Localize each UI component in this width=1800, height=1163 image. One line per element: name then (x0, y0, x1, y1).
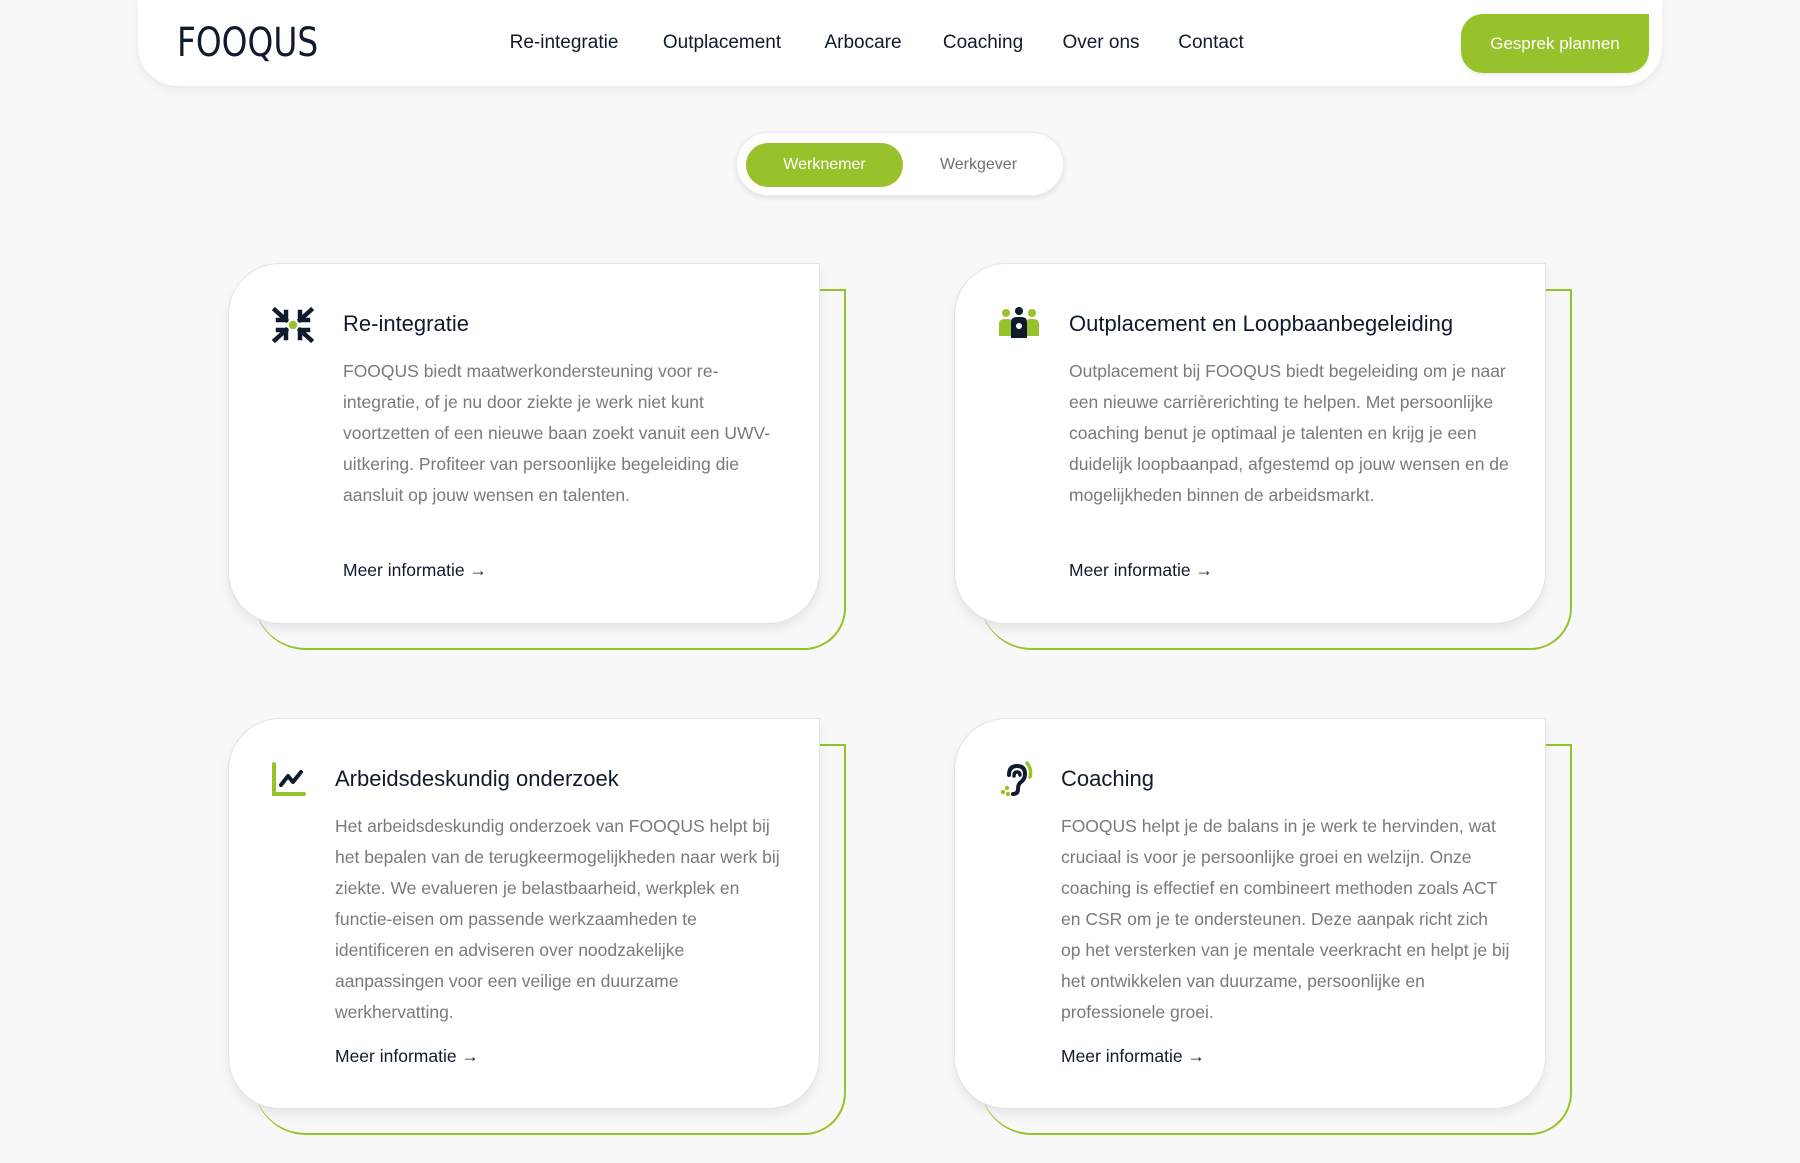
nav-item-coaching[interactable]: Coaching (943, 30, 1023, 56)
card-body: Outplacement bij FOOQUS biedt begeleidin… (1069, 361, 1509, 505)
more-info-link[interactable]: Meer informatie → (1061, 1044, 1205, 1068)
ear-listening-icon (1000, 761, 1033, 797)
card-title: Arbeidsdeskundig onderzoek (335, 766, 619, 791)
more-info-link[interactable]: Meer informatie → (343, 558, 487, 582)
group-people-icon (999, 307, 1039, 338)
card-body: FOOQUS biedt maatwerkondersteuning voor … (343, 361, 771, 505)
card-title: Outplacement en Loopbaanbegeleiding (1069, 311, 1454, 336)
toggle-werkgever[interactable]: Werkgever (900, 143, 1057, 187)
card-title: Re-integratie (343, 311, 469, 336)
main-nav: Re-integratie Outplacement Arbocare Coac… (138, 0, 1662, 86)
more-info-link[interactable]: Meer informatie → (1069, 558, 1213, 582)
service-card-outplacement: Outplacement en Loopbaanbegeleiding Outp… (954, 263, 1572, 650)
service-card-arbeidsdeskundig: Arbeidsdeskundig onderzoek Het arbeidsde… (228, 718, 846, 1135)
nav-item-over-ons[interactable]: Over ons (1062, 30, 1139, 56)
toggle-werknemer[interactable]: Werknemer (746, 143, 903, 187)
site-header: FOOQUS Re-integratie Outplacement Arboca… (138, 0, 1662, 86)
more-info-link[interactable]: Meer informatie → (335, 1044, 479, 1068)
service-card-re-integratie: Re-integratie FOOQUS biedt maatwerkonder… (228, 263, 846, 650)
card-title: Coaching (1061, 766, 1154, 791)
card-body: Het arbeidsdeskundig onderzoek van FOOQU… (335, 816, 780, 1022)
line-chart-icon (272, 762, 306, 796)
nav-item-arbocare[interactable]: Arbocare (824, 30, 901, 56)
card-body: FOOQUS helpt je de balans in je werk te … (1061, 816, 1510, 1022)
service-card-coaching: Coaching FOOQUS helpt je de balans in je… (954, 718, 1572, 1135)
nav-item-contact[interactable]: Contact (1178, 30, 1243, 56)
audience-toggle: Werknemer Werkgever (736, 132, 1064, 196)
nav-item-outplacement[interactable]: Outplacement (663, 30, 781, 56)
arrows-converge-icon (271, 306, 315, 344)
plan-meeting-button[interactable]: Gesprek plannen (1461, 14, 1649, 73)
nav-item-re-integratie[interactable]: Re-integratie (510, 30, 619, 56)
